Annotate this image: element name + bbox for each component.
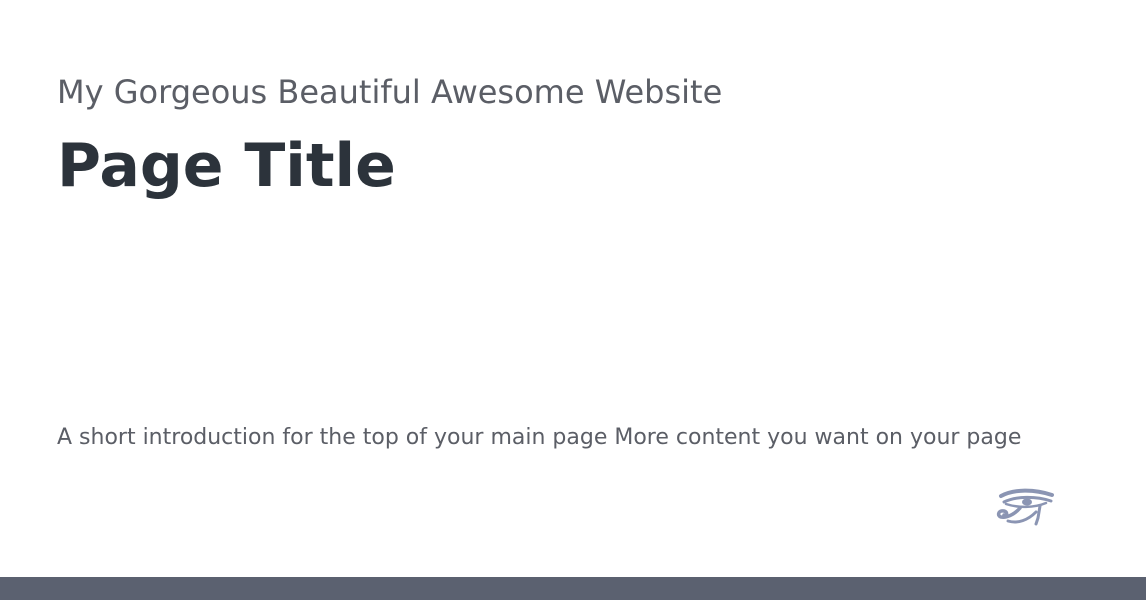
page: My Gorgeous Beautiful Awesome Website Pa…	[0, 0, 1146, 600]
site-name[interactable]: My Gorgeous Beautiful Awesome Website	[57, 72, 722, 112]
eye-of-horus-icon	[996, 488, 1056, 532]
page-title: Page Title	[57, 131, 396, 201]
intro-text: A short introduction for the top of your…	[57, 425, 1022, 450]
footer-bar	[0, 577, 1146, 600]
